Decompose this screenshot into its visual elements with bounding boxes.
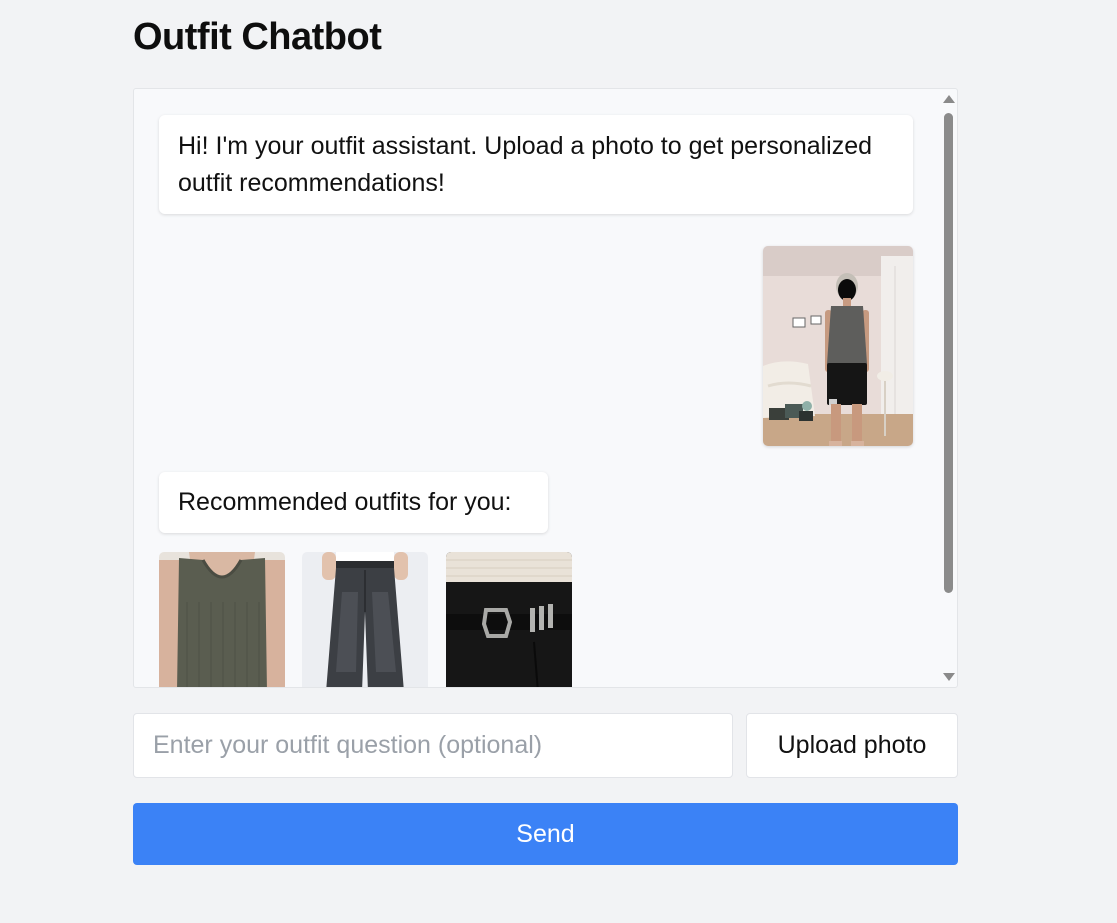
assistant-message-bubble: Hi! I'm your outfit assistant. Upload a … bbox=[159, 115, 913, 214]
recommendation-tank-top-image[interactable] bbox=[159, 552, 285, 687]
scroll-thumb[interactable] bbox=[944, 113, 953, 593]
page: Outfit Chatbot Hi! I'm your outfit assis… bbox=[0, 0, 1117, 923]
scroll-down-arrow-icon[interactable] bbox=[943, 673, 955, 681]
scroll-up-arrow-icon[interactable] bbox=[943, 95, 955, 103]
chat-history[interactable]: Hi! I'm your outfit assistant. Upload a … bbox=[133, 88, 958, 688]
outfit-question-input[interactable] bbox=[133, 713, 733, 778]
chat-scrollbar[interactable] bbox=[939, 89, 957, 687]
upload-photo-button[interactable]: Upload photo bbox=[746, 713, 958, 778]
recommendation-trousers-image[interactable] bbox=[446, 552, 572, 687]
assistant-message-text: Recommended outfits for you: bbox=[178, 488, 512, 516]
recommendation-jeans-image[interactable] bbox=[302, 552, 428, 687]
assistant-message-bubble: Recommended outfits for you: bbox=[159, 472, 548, 533]
send-button[interactable]: Send bbox=[133, 803, 958, 865]
user-uploaded-photo[interactable] bbox=[763, 246, 913, 446]
assistant-message-text: Hi! I'm your outfit assistant. Upload a … bbox=[178, 132, 873, 197]
page-title: Outfit Chatbot bbox=[133, 16, 382, 58]
